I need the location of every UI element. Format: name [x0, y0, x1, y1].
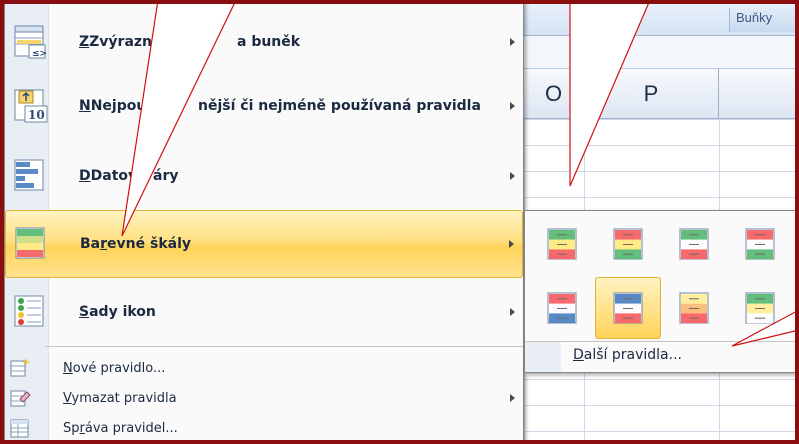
menu-item-label-color-scales: Barevné škály	[80, 236, 192, 252]
menu-item-new-rule[interactable]: Nové pravidlo...	[5, 354, 523, 382]
menu-item-label-icon-sets: Sady ikon	[79, 304, 156, 320]
color-scale-icon	[745, 228, 775, 260]
svg-text:≤>: ≤>	[32, 49, 47, 59]
submenu-icon-gutter	[525, 342, 561, 372]
color-scale-icon	[679, 228, 709, 260]
color-scale-icon	[547, 292, 577, 324]
ribbon-group-cells[interactable]: Buňky	[729, 8, 799, 32]
submenu-arrow-icon	[510, 38, 515, 46]
submenu-arrow-icon	[510, 308, 515, 316]
color-scale-option[interactable]	[595, 277, 661, 339]
ribbon: Buňky	[524, 0, 799, 36]
menu-item-label-data-bars-tail: áry	[153, 168, 179, 184]
menu-item-label-new-rule: Nové pravidlo...	[63, 360, 166, 376]
submenu-arrow-icon	[510, 102, 515, 110]
color-scale-icon	[613, 292, 643, 324]
menu-item-manage-rules[interactable]: Správa pravidel...	[5, 414, 523, 442]
more-rules-menu-item[interactable]: Další pravidla...	[573, 347, 682, 363]
color-scale-icon	[547, 228, 577, 260]
menu-item-data-bars[interactable]: DDatov áry	[5, 142, 523, 210]
menu-item-label-highlight: ZZvýraznit	[79, 34, 164, 50]
submenu-separator	[525, 341, 796, 342]
color-scales-submenu: Další pravidla...	[524, 210, 797, 373]
data-bars-icon	[14, 159, 44, 191]
color-scale-option[interactable]	[661, 277, 727, 339]
menu-item-icon-sets[interactable]: Sady ikon	[5, 278, 523, 346]
column-header-o[interactable]: O	[524, 69, 584, 119]
menu-item-label-top-bottom-tail: nější či nejméně používaná pravidla	[198, 98, 481, 114]
menu-item-top-bottom-rules[interactable]: 10 NNejpou nější či nejméně používaná pr…	[5, 72, 523, 140]
color-scale-option[interactable]	[661, 213, 727, 275]
submenu-arrow-icon	[509, 240, 514, 248]
color-scale-option[interactable]	[529, 277, 595, 339]
clear-rules-icon	[10, 390, 31, 407]
color-scale-option[interactable]	[529, 213, 595, 275]
color-scale-icon	[613, 228, 643, 260]
color-scale-icon	[745, 292, 775, 324]
conditional-formatting-menu: ≤> ZZvýraznit a buněk 10 NNejpou nější č…	[4, 0, 524, 444]
menu-item-label-highlight-tail: a buněk	[237, 34, 301, 50]
column-header-row: O P	[524, 69, 799, 119]
menu-item-label-clear-rules: Vymazat pravidla	[63, 390, 177, 406]
menu-item-label-top-bottom: NNejpou	[79, 98, 147, 114]
top-bottom-rules-icon: 10	[14, 89, 48, 123]
icon-sets-icon	[14, 295, 44, 327]
formula-bar	[524, 36, 799, 69]
column-header-p[interactable]: P	[584, 69, 719, 119]
svg-text:10: 10	[28, 108, 45, 122]
submenu-arrow-icon	[510, 394, 515, 402]
menu-item-label-data-bars: DDatov	[79, 168, 138, 184]
submenu-arrow-icon	[510, 172, 515, 180]
color-scale-option[interactable]	[727, 277, 793, 339]
menu-separator	[45, 346, 523, 347]
color-scale-option[interactable]	[595, 213, 661, 275]
color-scale-icon	[679, 292, 709, 324]
manage-rules-icon	[10, 419, 29, 438]
new-rule-icon	[10, 358, 30, 377]
menu-item-clear-rules[interactable]: Vymazat pravidla	[5, 384, 523, 412]
menu-item-highlight-cells[interactable]: ≤> ZZvýraznit a buněk	[5, 8, 523, 76]
color-scales-icon	[15, 227, 45, 259]
highlight-cells-icon: ≤>	[14, 25, 47, 59]
menu-item-color-scales[interactable]: Barevné škály	[5, 210, 523, 278]
color-scale-option[interactable]	[727, 213, 793, 275]
menu-item-label-manage-rules: Správa pravidel...	[63, 420, 178, 436]
